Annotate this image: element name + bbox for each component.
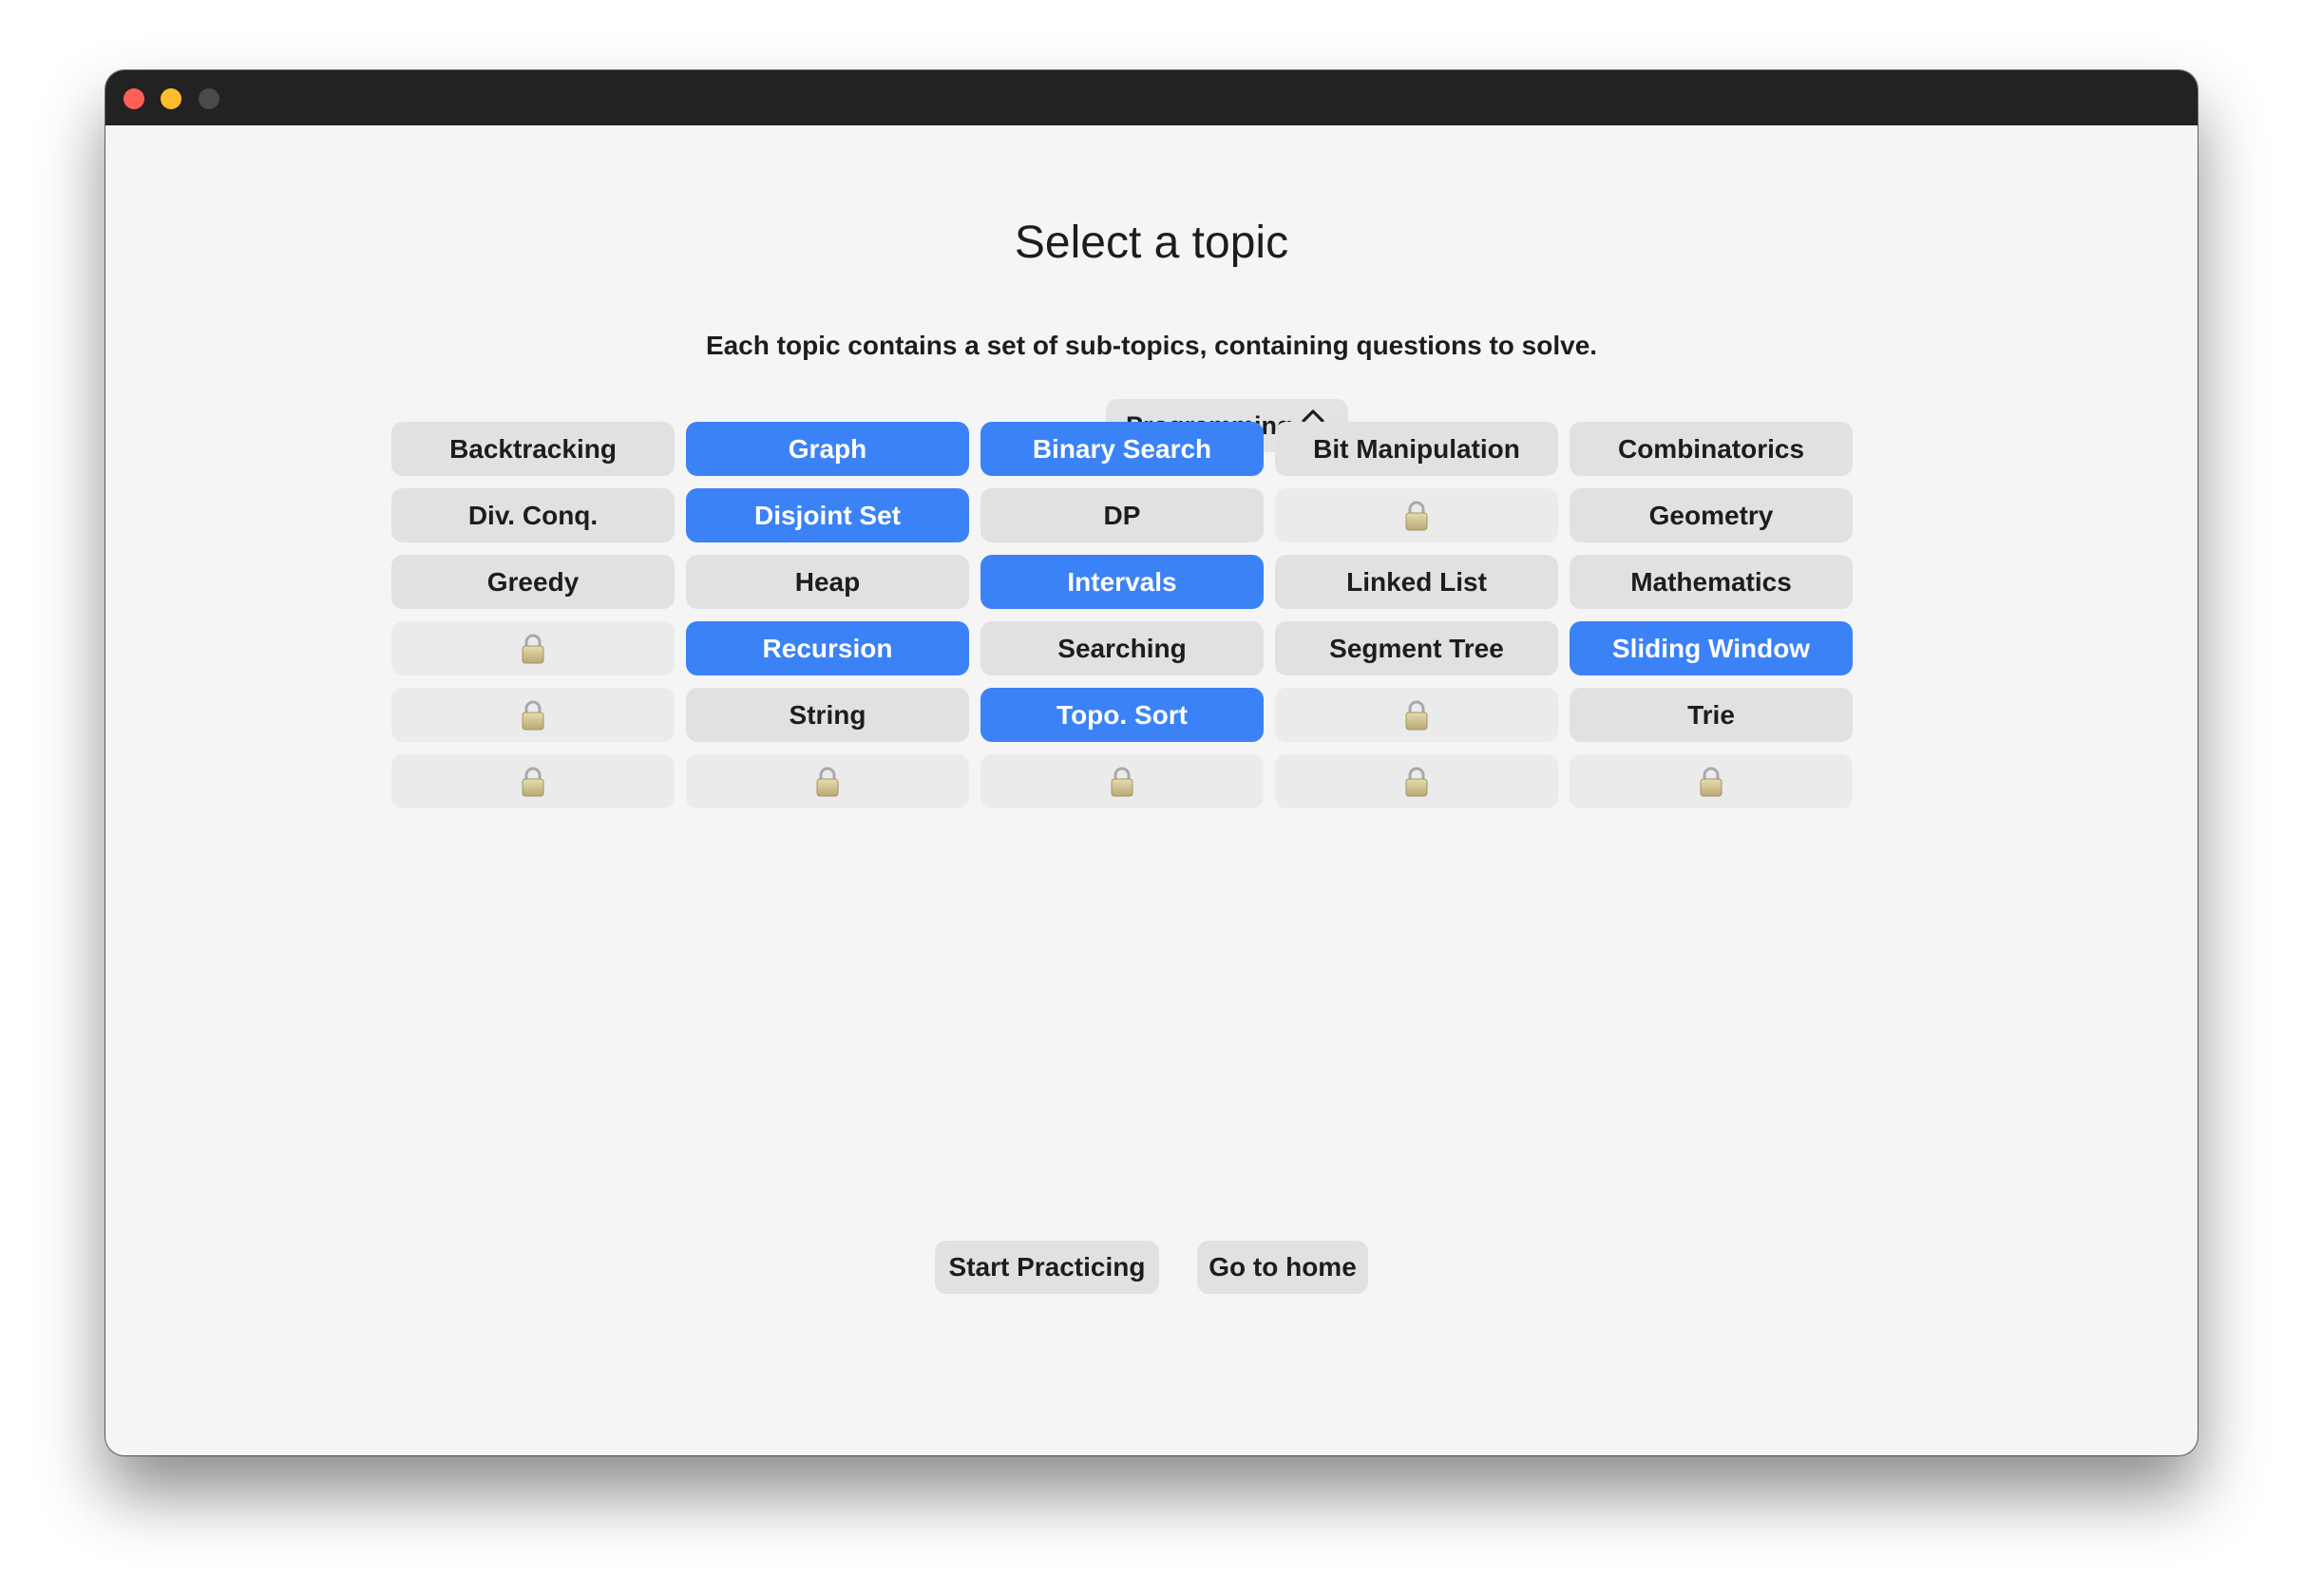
padlock-icon — [1111, 767, 1133, 796]
padlock-icon — [1405, 767, 1428, 796]
topic-button-searching[interactable]: Searching — [980, 621, 1264, 675]
topic-button-sliding-window[interactable]: Sliding Window — [1570, 621, 1853, 675]
go-to-home-button[interactable]: Go to home — [1197, 1241, 1368, 1294]
topic-label: Binary Search — [1032, 433, 1212, 464]
topic-button-locked — [980, 754, 1264, 808]
padlock-icon — [1405, 501, 1428, 530]
topic-label: Mathematics — [1630, 566, 1792, 597]
topic-label: Linked List — [1346, 566, 1487, 597]
title-bar — [105, 70, 2198, 125]
topic-button-div-conq[interactable]: Div. Conq. — [391, 488, 675, 542]
topic-button-combinatorics[interactable]: Combinatorics — [1570, 422, 1853, 476]
padlock-icon — [522, 767, 544, 796]
padlock-icon — [816, 767, 839, 796]
topic-button-string[interactable]: String — [686, 688, 969, 742]
topic-button-bit-manipulation[interactable]: Bit Manipulation — [1275, 422, 1558, 476]
page-subtitle: Each topic contains a set of sub-topics,… — [705, 331, 1598, 360]
topic-button-linked-list[interactable]: Linked List — [1275, 555, 1558, 609]
topic-button-geometry[interactable]: Geometry — [1570, 488, 1853, 542]
topic-button-recursion[interactable]: Recursion — [686, 621, 969, 675]
topic-label: Sliding Window — [1611, 633, 1811, 663]
topic-label: Combinatorics — [1617, 433, 1805, 464]
topic-button-locked — [1275, 688, 1558, 742]
topic-button-dp[interactable]: DP — [980, 488, 1264, 542]
close-window-button[interactable] — [124, 88, 144, 109]
topic-button-topo-sort[interactable]: Topo. Sort — [980, 688, 1264, 742]
topic-label: Div. Conq. — [467, 500, 599, 530]
topic-button-binary-search[interactable]: Binary Search — [980, 422, 1264, 476]
zoom-window-button[interactable] — [199, 88, 219, 109]
topic-button-graph[interactable]: Graph — [686, 422, 969, 476]
topic-button-locked — [1275, 754, 1558, 808]
topic-button-greedy[interactable]: Greedy — [391, 555, 675, 609]
topic-button-heap[interactable]: Heap — [686, 555, 969, 609]
topic-label: Segment Tree — [1329, 633, 1504, 663]
topic-label: Heap — [794, 566, 861, 597]
topic-button-locked — [391, 754, 675, 808]
topic-label: Geometry — [1648, 500, 1774, 530]
topic-button-segment-tree[interactable]: Segment Tree — [1275, 621, 1558, 675]
topic-button-trie[interactable]: Trie — [1570, 688, 1853, 742]
topic-button-locked — [1570, 754, 1853, 808]
topic-label: Disjoint Set — [753, 500, 901, 530]
start-practicing-button[interactable]: Start Practicing — [935, 1241, 1159, 1294]
topic-button-locked — [1275, 488, 1558, 542]
minimize-window-button[interactable] — [161, 88, 181, 109]
topic-label: Intervals — [1067, 566, 1177, 597]
topic-button-disjoint-set[interactable]: Disjoint Set — [686, 488, 969, 542]
topic-label: Trie — [1687, 699, 1735, 730]
topic-label: Topo. Sort — [1056, 699, 1188, 730]
topic-button-mathematics[interactable]: Mathematics — [1570, 555, 1853, 609]
topic-button-backtracking[interactable]: Backtracking — [391, 422, 675, 476]
padlock-icon — [1700, 767, 1722, 796]
topic-label: Recursion — [762, 633, 893, 663]
app-window: Select a topic Each topic contains a set… — [105, 70, 2198, 1455]
page-title: Select a topic — [1014, 218, 1289, 268]
padlock-icon — [522, 700, 544, 730]
topic-label: Graph — [788, 433, 867, 464]
topic-label: Searching — [1057, 633, 1187, 663]
topic-button-locked — [686, 754, 969, 808]
topic-label: Bit Manipulation — [1313, 433, 1520, 464]
topic-label: Backtracking — [449, 433, 617, 464]
padlock-icon — [1405, 700, 1428, 730]
topic-button-locked — [391, 688, 675, 742]
topic-button-intervals[interactable]: Intervals — [980, 555, 1264, 609]
topic-label: DP — [1103, 500, 1141, 530]
topic-label: String — [789, 699, 866, 730]
topic-button-locked — [391, 621, 675, 675]
topic-label: Greedy — [486, 566, 580, 597]
padlock-icon — [522, 634, 544, 663]
